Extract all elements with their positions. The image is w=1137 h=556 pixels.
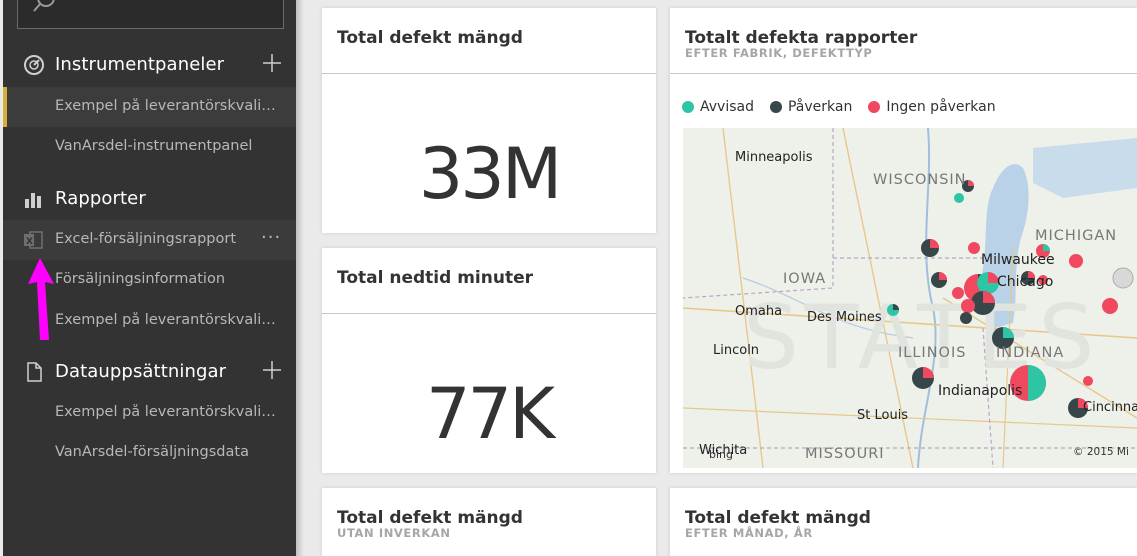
report-item-label: Exempel på leverantörskvalitet xyxy=(55,312,277,328)
kpi-value: 33M xyxy=(418,133,562,215)
add-dataset-icon[interactable] xyxy=(262,360,282,380)
city-label: Minneapolis xyxy=(735,150,813,165)
add-dashboard-icon[interactable] xyxy=(262,53,282,73)
city-label: Lincoln xyxy=(713,343,760,358)
state-label: INDIANA xyxy=(996,345,1065,361)
state-label: MISSOURI xyxy=(805,446,885,462)
city-label: St Louis xyxy=(857,408,909,423)
selected-indicator xyxy=(3,87,7,127)
city-label: Indianapolis xyxy=(938,383,1023,399)
callout-arrow xyxy=(28,258,54,340)
tile-title: Total defekt mängd xyxy=(685,508,871,528)
tile-title: Total defekt mängd xyxy=(337,28,523,48)
tile-total-defect-by-month[interactable]: Total defekt mängd EFTER MÅNAD, ÅR xyxy=(670,488,1137,556)
tile-title: Total defekt mängd xyxy=(337,508,523,528)
section-dashboards[interactable]: Instrumentpaneler xyxy=(3,44,296,84)
report-item-label: Excel-försäljningsrapport xyxy=(55,231,237,247)
tile-subtitle: UTAN INVERKAN xyxy=(337,526,451,540)
more-options-icon[interactable]: ··· xyxy=(261,227,281,248)
section-title: Instrumentpaneler xyxy=(55,53,225,75)
report-item-label: Försäljningsinformation xyxy=(55,271,226,287)
city-label: Milwaukee xyxy=(981,252,1055,268)
city-label: Des Moines xyxy=(807,310,882,325)
tile-title: Totalt defekta rapporter xyxy=(685,28,918,48)
map-copyright: © 2015 Mi xyxy=(1073,446,1129,458)
divider xyxy=(322,313,656,314)
divider xyxy=(322,73,656,74)
divider xyxy=(670,73,1137,74)
state-label: WISCONSIN xyxy=(873,172,967,188)
navigation-pane: Instrumentpaneler Exempel på leverantörs… xyxy=(3,0,304,556)
dataset-item-label: VanArsdel-försäljningsdata xyxy=(55,444,249,460)
section-title: Datauppsättningar xyxy=(55,360,227,382)
tile-total-downtime-minutes[interactable]: Total nedtid minuter 77K xyxy=(322,248,656,473)
kpi-value: 77K xyxy=(426,373,555,455)
dashboard-item[interactable]: Exempel på leverantörskvalitet xyxy=(3,87,296,127)
legend-label: Ingen påverkan xyxy=(886,99,996,115)
legend-dot-impact xyxy=(769,101,782,113)
legend-item: Ingen påverkan xyxy=(868,99,996,115)
legend-item: Avvisad xyxy=(682,99,754,115)
dataset-item-label: Exempel på leverantörskvalitet xyxy=(55,404,277,420)
bar-chart-icon xyxy=(25,193,41,208)
excel-icon: X xyxy=(24,231,43,249)
dataset-item[interactable]: Exempel på leverantörskvalitet xyxy=(3,393,296,433)
state-label: IOWA xyxy=(783,271,827,287)
city-label: Omaha xyxy=(735,304,783,319)
section-reports[interactable]: Rapporter xyxy=(3,178,296,218)
search-box[interactable] xyxy=(17,0,284,29)
document-icon xyxy=(27,362,42,382)
dashboard-item[interactable]: VanArsdel-instrumentpanel xyxy=(3,127,296,167)
legend-dot-no-impact xyxy=(868,101,881,113)
map-legend: Avvisad Påverkan Ingen påverkan xyxy=(682,99,996,115)
tile-subtitle: EFTER FABRIK, DEFEKTTYP xyxy=(685,46,873,60)
dataset-item[interactable]: VanArsdel-försäljningsdata xyxy=(3,433,296,473)
bing-logo: bing xyxy=(709,448,733,461)
tile-title: Total nedtid minuter xyxy=(337,268,533,288)
svg-text:X: X xyxy=(26,237,33,247)
state-label: ILLINOIS xyxy=(898,345,967,361)
state-label: MICHIGAN xyxy=(1035,228,1118,244)
city-label: Chicago xyxy=(997,274,1054,290)
tile-total-defect-quantity[interactable]: Total defekt mängd 33M xyxy=(322,8,656,233)
tile-total-defect-no-impact[interactable]: Total defekt mängd UTAN INVERKAN xyxy=(322,488,656,556)
legend-label: Avvisad xyxy=(700,99,754,115)
search-icon xyxy=(33,0,55,12)
section-datasets[interactable]: Datauppsättningar xyxy=(3,351,296,391)
city-label: Cincinnati xyxy=(1083,400,1137,415)
legend-label: Påverkan xyxy=(787,99,853,115)
report-item[interactable]: X Excel-försäljningsrapport ··· xyxy=(3,220,296,260)
gauge-icon xyxy=(24,55,44,75)
dashboard-item-label: Exempel på leverantörskvalitet xyxy=(55,98,277,114)
tile-defect-reports-map[interactable]: Totalt defekta rapporter EFTER FABRIK, D… xyxy=(670,8,1137,473)
legend-item: Påverkan xyxy=(769,99,853,115)
dashboard-item-label: VanArsdel-instrumentpanel xyxy=(55,138,253,154)
tile-subtitle: EFTER MÅNAD, ÅR xyxy=(685,526,813,540)
section-title: Rapporter xyxy=(55,187,146,209)
legend-dot-rejected xyxy=(682,101,694,113)
map-canvas[interactable]: STATES Minneapolis WISCONSIN MICHIGAN Mi… xyxy=(683,128,1137,468)
